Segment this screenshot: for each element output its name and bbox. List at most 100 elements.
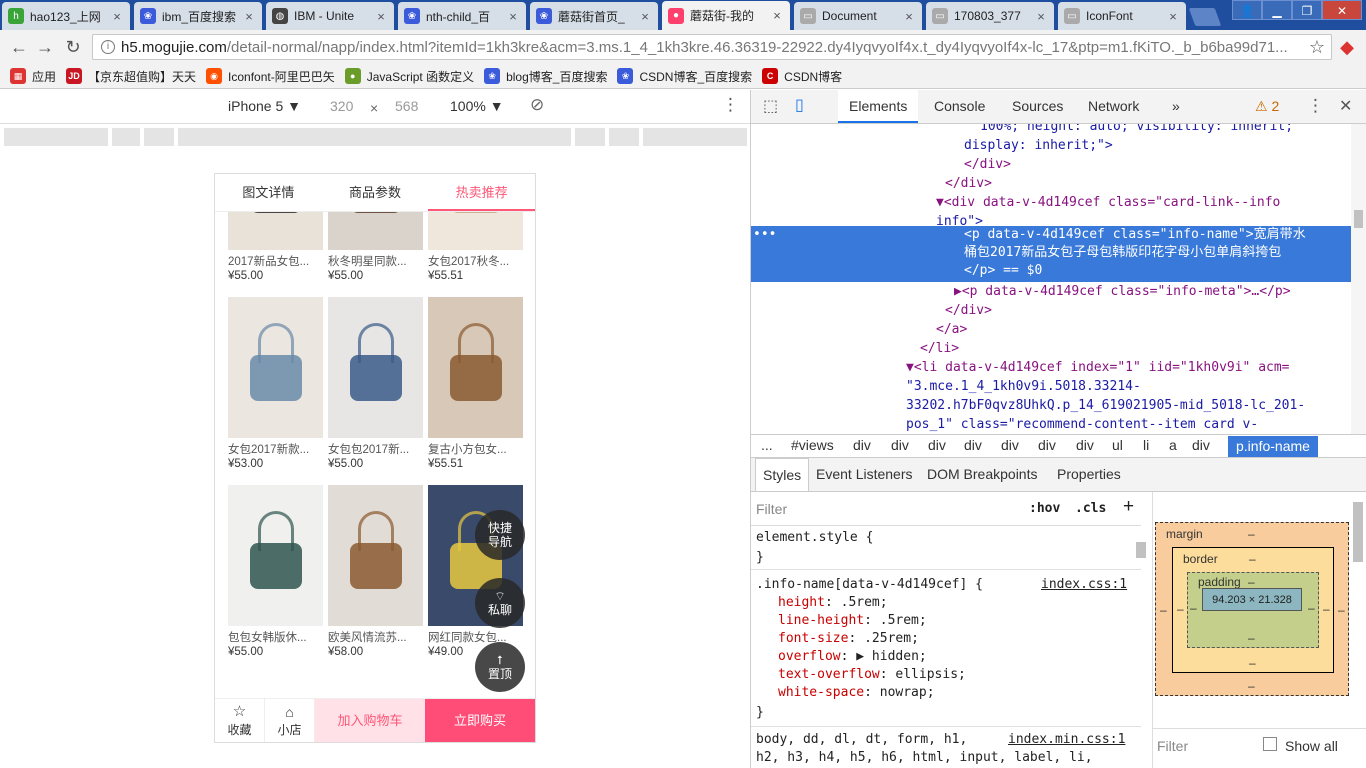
inspect-element-icon[interactable]: ⬚ (763, 96, 778, 116)
maximize-button[interactable]: ❐ (1292, 0, 1322, 20)
device-mode-icon[interactable]: ▯ (795, 95, 804, 115)
dom-line[interactable]: 100%; height: auto; visibility: inherit; (980, 124, 1293, 136)
box-model-scrollbar[interactable] (1353, 502, 1363, 562)
breadcrumb-item[interactable]: li (1143, 437, 1149, 453)
dom-line[interactable]: </li> (920, 340, 959, 358)
warnings-badge[interactable]: ⚠ 2 (1255, 98, 1279, 115)
add-to-cart-button[interactable]: 加入购物车 (315, 699, 425, 742)
media-bar[interactable] (144, 128, 174, 146)
product-image[interactable] (228, 297, 323, 438)
dom-line[interactable]: 33202.h7bF0qvz8UhkQ.p_14_619021905-mid_5… (906, 397, 1305, 415)
close-tab-icon[interactable]: × (242, 9, 256, 24)
box-model-margin[interactable]: margin – – – – border – – – – padding – … (1155, 522, 1349, 696)
media-bar[interactable] (4, 128, 108, 146)
back-to-top-button[interactable]: ⭡ 置顶 (475, 642, 525, 692)
product-card[interactable]: 复古小方包女... ¥55.51 (428, 297, 523, 470)
breadcrumb-item[interactable]: p.info-name (1228, 436, 1318, 457)
dom-line[interactable]: "3.mce.1_4_1kh0v9i.5018.33214- (906, 378, 1141, 396)
breadcrumb-item[interactable]: div (853, 437, 871, 453)
product-image[interactable] (228, 485, 323, 626)
media-bar[interactable] (178, 128, 571, 146)
bookmark-item[interactable]: C CSDN博客 (762, 68, 842, 85)
close-tab-icon[interactable]: × (110, 9, 124, 24)
box-model-content-size[interactable]: 94.203 × 21.328 (1202, 588, 1302, 611)
zoom-select[interactable]: 100% ▼ (450, 98, 504, 114)
style-declaration[interactable]: white-space: nowrap; (778, 684, 935, 702)
device-height-input[interactable]: 568 (395, 98, 418, 114)
browser-tab[interactable]: ❀ nth-child_百 × (398, 2, 526, 30)
breadcrumb-item[interactable]: div (1076, 437, 1094, 453)
product-card[interactable]: 包包女韩版休... ¥55.00 (228, 485, 323, 658)
tab-styles[interactable]: Styles (755, 458, 810, 491)
bookmark-star-icon[interactable]: ☆ (1306, 36, 1328, 58)
bookmark-item[interactable]: ● JavaScript 函数定义 (344, 68, 474, 85)
product-card[interactable]: 女包包2017新... ¥55.00 (328, 297, 423, 470)
close-tab-icon[interactable]: × (506, 9, 520, 24)
style-declaration[interactable]: font-size: .25rem; (778, 630, 919, 648)
tab-product-params[interactable]: 商品参数 (322, 174, 429, 211)
tab-elements[interactable]: Elements (838, 90, 919, 123)
forward-arrow-icon[interactable]: → (34, 36, 56, 58)
styles-filter-input[interactable]: Filter (756, 501, 787, 517)
dom-line[interactable]: </p> == $0 (964, 262, 1042, 280)
breadcrumb-item[interactable]: a (1169, 437, 1177, 453)
browser-tab[interactable]: ▭ IconFont × (1058, 2, 1186, 30)
dom-line[interactable]: </div> (964, 156, 1011, 174)
browser-tab[interactable]: ▭ Document × (794, 2, 922, 30)
breadcrumb-item[interactable]: div (1192, 437, 1210, 453)
browser-tab[interactable]: ◍ IBM - Unite × (266, 2, 394, 30)
dom-tree-scrollbar[interactable] (1351, 124, 1366, 434)
breadcrumb-item[interactable]: div (891, 437, 909, 453)
style-declaration[interactable]: overflow: ▶ hidden; (778, 648, 927, 666)
computed-filter-input[interactable]: Filter (1157, 738, 1188, 754)
bookmark-item[interactable]: JD 【京东超值购】天天 (66, 68, 196, 85)
device-width-input[interactable]: 320 (330, 98, 353, 114)
dom-line[interactable]: 桶包2017新品女包子母包韩版印花字母小包单肩斜挎包 (964, 244, 1281, 262)
breadcrumb-item[interactable]: div (1001, 437, 1019, 453)
breadcrumb-item[interactable]: div (928, 437, 946, 453)
close-tab-icon[interactable]: × (1034, 9, 1048, 24)
tab-hot-recommend[interactable]: 热卖推荐 (428, 174, 535, 211)
hov-toggle[interactable]: :hov (1029, 501, 1060, 516)
extension-icon[interactable]: ◆ (1336, 36, 1358, 58)
cls-toggle[interactable]: .cls (1075, 501, 1106, 516)
dom-line[interactable]: ▼<li data-v-4d149cef index="1" iid="1kh0… (906, 359, 1290, 377)
style-declaration[interactable]: text-overflow: ellipsis; (778, 666, 966, 684)
devtools-menu-icon[interactable]: ⋮ (1307, 96, 1324, 116)
breadcrumb-item[interactable]: ul (1112, 437, 1123, 453)
info-icon[interactable]: i (101, 40, 115, 54)
show-all-checkbox[interactable] (1263, 737, 1277, 751)
breadcrumb-item[interactable]: div (1038, 437, 1056, 453)
product-image[interactable] (328, 485, 423, 626)
shop-button[interactable]: ⌂ 小店 (265, 699, 315, 742)
reload-icon[interactable]: ↻ (62, 36, 84, 58)
bookmark-item[interactable]: ◉ Iconfont-阿里巴巴矢 (206, 68, 335, 85)
tab-properties[interactable]: Properties (1046, 458, 1132, 491)
private-chat-button[interactable]: ⌔ 私聊 (475, 578, 525, 628)
product-card[interactable]: 欧美风情流苏... ¥58.00 (328, 485, 423, 658)
media-bar[interactable] (575, 128, 605, 146)
browser-tab[interactable]: ▭ 170803_377 × (926, 2, 1054, 30)
rotate-icon[interactable]: ⊘ (530, 95, 544, 115)
bookmark-item[interactable]: ❀ CSDN博客_百度搜索 (617, 68, 752, 85)
breadcrumb-item[interactable]: #views (791, 437, 834, 453)
tab-graphic-details[interactable]: 图文详情 (215, 174, 322, 211)
dom-line[interactable]: </div> (945, 302, 992, 320)
browser-tab[interactable]: ● 蘑菇街-我的 × (662, 1, 790, 30)
tab-event-listeners[interactable]: Event Listeners (805, 458, 924, 491)
next-rule-selector[interactable]: body, dd, dl, dt, form, h1, (756, 731, 967, 749)
close-tab-icon[interactable]: × (374, 9, 388, 24)
close-tab-icon[interactable]: × (1166, 9, 1180, 24)
favorite-button[interactable]: ☆ 收藏 (215, 699, 265, 742)
breadcrumb-item[interactable]: div (964, 437, 982, 453)
more-options-icon[interactable]: ⋮ (722, 95, 739, 115)
close-tab-icon[interactable]: × (902, 9, 916, 24)
tab-network[interactable]: Network (1077, 90, 1150, 123)
dom-line[interactable]: </a> (936, 321, 967, 339)
rule-source-link[interactable]: index.css:1 (1041, 576, 1127, 594)
style-declaration[interactable]: line-height: .5rem; (778, 612, 927, 630)
close-devtools-icon[interactable]: ✕ (1339, 96, 1352, 116)
device-select[interactable]: iPhone 5 ▼ (228, 98, 301, 114)
new-rule-button[interactable]: + (1123, 496, 1134, 518)
back-arrow-icon[interactable]: ← (8, 36, 30, 58)
